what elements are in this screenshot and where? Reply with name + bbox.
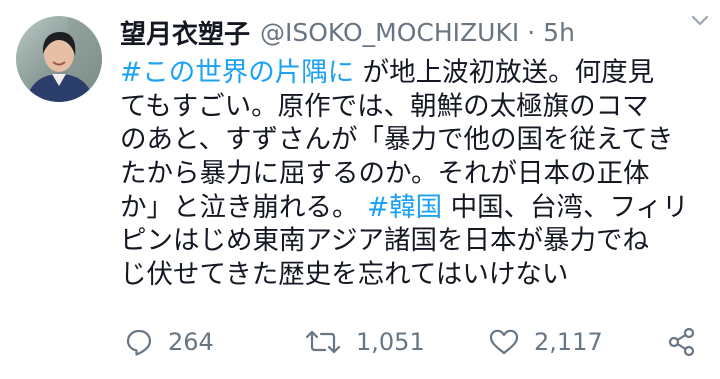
- tweet-text-segment: のあと、すずさんが「暴力で他の国を従えてき: [120, 124, 674, 156]
- tweet-actions: 264 1,051 2,117: [120, 322, 708, 362]
- retweet-button[interactable]: 1,051: [304, 322, 425, 362]
- avatar-photo: [16, 16, 102, 102]
- tweet-text-segment: たから暴力に屈するのか。それが日本の正体: [120, 158, 650, 190]
- tweet-text-line: たから暴力に屈するのか。それが日本の正体: [120, 157, 710, 191]
- like-button[interactable]: 2,117: [488, 322, 603, 362]
- heart-icon: [489, 329, 519, 355]
- tweet-text-segment: てもすごい。原作では、朝鮮の太極旗のコマ: [120, 90, 649, 122]
- chevron-down-icon: [691, 15, 709, 26]
- reply-button[interactable]: 264: [124, 322, 214, 362]
- tweet-text-segment: じ伏せてきた歴史を忘れてはいけない: [120, 259, 569, 291]
- share-icon: [668, 327, 695, 357]
- tweet-text-segment: 中国、台湾、フィリ: [442, 191, 689, 223]
- avatar[interactable]: [16, 16, 102, 102]
- tweet-text-line: #この世界の片隅に が地上波初放送。何度見: [120, 56, 710, 90]
- author-handle[interactable]: @ISOKO_MOCHIZUKI: [260, 18, 519, 47]
- tweet-card[interactable]: 望月衣塑子 @ISOKO_MOCHIZUKI · 5h #この世界の片隅に が地…: [0, 0, 720, 379]
- tweet-text: #この世界の片隅に が地上波初放送。何度見 てもすごい。原作では、朝鮮の太極旗のコ…: [120, 56, 710, 292]
- hashtag-link[interactable]: #この世界の片隅に: [120, 57, 354, 88]
- tweet-text-line: ピンはじめ東南アジア諸国を日本が暴力でね: [120, 224, 710, 258]
- tweet-text-line: か」と泣き崩れる。 #韓国 中国、台湾、フィリ: [120, 191, 710, 225]
- share-button[interactable]: [666, 322, 712, 362]
- more-options-button[interactable]: [688, 8, 712, 32]
- tweet-header: 望月衣塑子 @ISOKO_MOCHIZUKI · 5h: [120, 12, 700, 52]
- tweet-text-line: じ伏せてきた歴史を忘れてはいけない: [120, 258, 710, 292]
- tweet-text-line: のあと、すずさんが「暴力で他の国を従えてき: [120, 123, 710, 157]
- hashtag-link[interactable]: #韓国: [367, 192, 442, 223]
- retweet-count: 1,051: [356, 328, 425, 356]
- separator-dot: ·: [527, 17, 536, 47]
- tweet-text-segment: ピンはじめ東南アジア諸国を日本が暴力でね: [120, 225, 649, 257]
- speech-bubble-icon: [126, 329, 152, 356]
- like-count: 2,117: [534, 328, 603, 356]
- tweet-text-line: てもすごい。原作では、朝鮮の太極旗のコマ: [120, 90, 710, 124]
- tweet-text-segment: か」と泣き崩れる。: [120, 191, 367, 223]
- reply-count: 264: [168, 328, 214, 356]
- tweet-timestamp[interactable]: 5h: [543, 18, 575, 47]
- retweet-icon: [305, 330, 341, 354]
- tweet-text-segment: が地上波初放送。何度見: [354, 57, 655, 88]
- author-display-name[interactable]: 望月衣塑子: [120, 14, 250, 51]
